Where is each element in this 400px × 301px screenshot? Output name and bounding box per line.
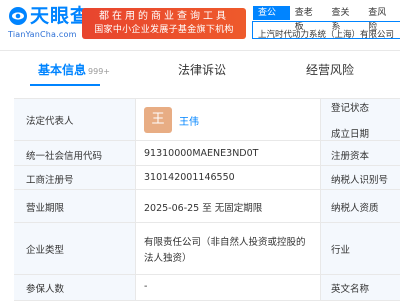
tab-business-risk[interactable]: 经营风险 [306, 52, 354, 88]
legal-rep-label: 法定代表人 [26, 116, 74, 127]
reg-no-value: 310142001146550 [144, 172, 235, 183]
row-label-cell: 参保人数 [14, 275, 136, 300]
table-row: 企业类型 有限责任公司（非自然人投资或控股的 法人独资） 行业 [14, 223, 400, 275]
slogan-line2: 国家中小企业发展子基金旗下机构 [94, 25, 234, 35]
row-label-cell: 营业期限 [14, 190, 136, 222]
avatar[interactable]: 王 [144, 107, 172, 133]
table-row: 统一社会信用代码 91310000MAENE3ND0T 注册资本 [14, 141, 400, 166]
insured-value: - [144, 281, 148, 292]
logo-domain: TianYanCha.com [8, 30, 77, 39]
term-label: 营业期限 [26, 203, 65, 214]
active-tab-indicator [30, 84, 100, 86]
table-row: 营业期限 2025-06-25 至 无固定期限 纳税人资质 [14, 190, 400, 223]
founded-label: 成立日期 [331, 129, 370, 140]
slogan-line1: 都在用的商业查询工具 [99, 11, 229, 22]
industry-label: 行业 [331, 245, 351, 256]
status-label: 登记状态 [331, 103, 370, 114]
capital-label: 注册资本 [331, 151, 370, 162]
right-label-cell: 纳税人识别号 [320, 166, 400, 189]
basic-info-table: 法定代表人 王 王伟 登记状态 成立日期 统一社会信用代码 91310000MA… [14, 98, 400, 301]
type-value-line1: 有限责任公司（非自然人投资或控股的 [144, 237, 306, 248]
tab-basic-info-label: 基本信息 [38, 63, 87, 77]
right-label-cell: 行业 [320, 223, 400, 274]
right-label-cell: 注册资本 [320, 141, 400, 165]
search-box [252, 21, 400, 42]
divider [0, 50, 400, 51]
term-value: 2025-06-25 至 无固定期限 [144, 203, 263, 214]
type-value-line2: 法人独资） [144, 253, 192, 264]
right-label-cell: 纳税人资质 [320, 190, 400, 222]
taxpayer-qual-label: 纳税人资质 [331, 203, 379, 214]
tab-basic-info[interactable]: 基本信息 999+ [38, 52, 110, 88]
table-row: 参保人数 - 英文名称 [14, 275, 400, 301]
row-label-cell: 工商注册号 [14, 166, 136, 189]
right-label-cell: 英文名称 [320, 275, 400, 300]
slogan-banner: 都在用的商业查询工具 国家中小企业发展子基金旗下机构 [82, 8, 246, 39]
row-label-cell: 法定代表人 [14, 99, 136, 140]
tab-legal[interactable]: 法律诉讼 [178, 52, 226, 88]
type-label: 企业类型 [26, 245, 65, 256]
section-tabs: 基本信息 999+ 法律诉讼 经营风险 [0, 52, 400, 88]
tab-company[interactable]: 查公司 [253, 6, 290, 32]
credit-code-label: 统一社会信用代码 [26, 151, 103, 162]
row-label-cell: 统一社会信用代码 [14, 141, 136, 165]
header: 天眼查 TianYanCha.com 都在用的商业查询工具 国家中小企业发展子基… [0, 0, 400, 44]
legal-rep-link[interactable]: 王伟 [179, 113, 199, 128]
eye-logo-icon [9, 7, 27, 25]
right-label-cell: 登记状态 成立日期 [320, 99, 400, 140]
table-row: 工商注册号 310142001146550 纳税人识别号 [14, 166, 400, 190]
search-type-tabs: 查公司 查老板 查关系 查风险 [253, 6, 400, 32]
reg-no-label: 工商注册号 [26, 175, 74, 186]
credit-code-value: 91310000MAENE3ND0T [144, 148, 259, 159]
tab-boss[interactable]: 查老板 [290, 6, 327, 32]
taxpayer-id-label: 纳税人识别号 [331, 175, 389, 186]
tab-relation[interactable]: 查关系 [327, 6, 364, 32]
table-row: 法定代表人 王 王伟 登记状态 成立日期 [14, 99, 400, 141]
tab-basic-info-count: 999+ [88, 67, 110, 76]
logo-text[interactable]: 天眼查 [30, 4, 90, 28]
tab-risk[interactable]: 查风险 [363, 6, 400, 32]
row-label-cell: 企业类型 [14, 223, 136, 274]
english-name-label: 英文名称 [331, 284, 370, 295]
insured-label: 参保人数 [26, 284, 65, 295]
search-input[interactable] [253, 26, 400, 42]
